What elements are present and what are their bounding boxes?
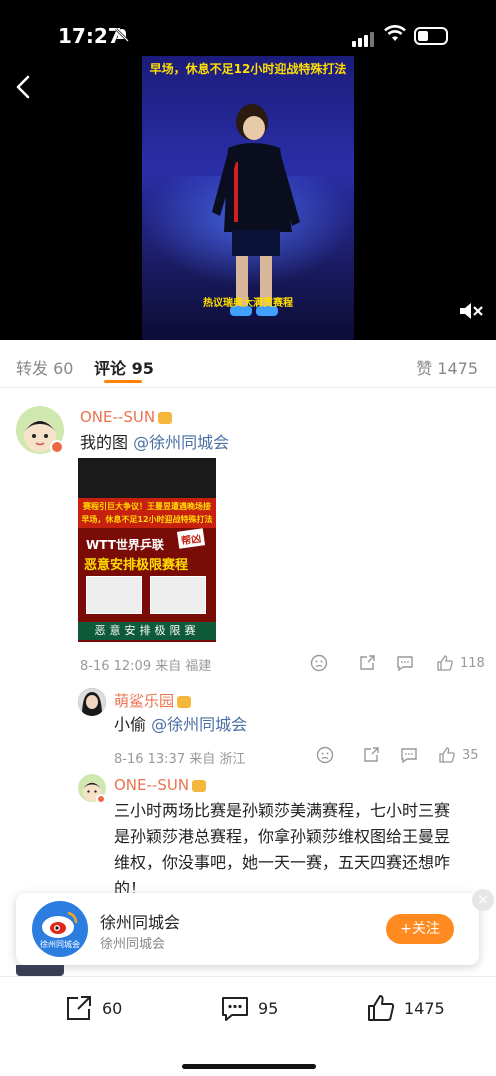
share-icon[interactable] <box>362 746 380 764</box>
avatar[interactable] <box>78 688 106 716</box>
mute-bell-icon <box>115 28 129 42</box>
tab-repost[interactable]: 转发 60 <box>16 355 73 379</box>
status-time: 17:27 <box>58 24 122 48</box>
close-card-button[interactable]: × <box>472 889 494 911</box>
crown-icon <box>192 779 207 792</box>
mention-link[interactable]: @徐州同城会 <box>151 715 247 734</box>
comment-source: 来自 浙江 <box>189 752 246 767</box>
username-text: ONE--SUN <box>80 408 156 426</box>
image-header <box>78 458 216 498</box>
comment-actions: 118 <box>310 654 485 672</box>
image-schedule-left <box>86 576 142 614</box>
follow-button[interactable]: +关注 <box>386 914 454 944</box>
like-count: 1475 <box>404 998 445 1018</box>
like-action[interactable]: 1475 <box>366 993 445 1023</box>
image-caption-banner: 赛程引巨大争议！王曼昱遭遇晚场接 早场，休息不足12小时迎战特殊打法 <box>78 498 216 528</box>
comment-count: 95 <box>258 998 279 1018</box>
comment-text: 我的图 @徐州同城会 <box>80 430 229 456</box>
next-comment-avatar <box>16 965 64 976</box>
crown-icon <box>158 411 173 424</box>
mention-link[interactable]: @徐州同城会 <box>133 433 229 452</box>
logo-text: 徐州同城会 <box>40 940 80 949</box>
reply-username[interactable]: ONE--SUN <box>114 776 207 794</box>
crown-icon <box>177 695 192 708</box>
username-text: 萌鲨乐园 <box>114 692 175 710</box>
image-badge: 帮凶 <box>176 528 206 549</box>
comment-body: 我的图 <box>80 433 129 452</box>
dislike-face-icon[interactable] <box>310 654 328 672</box>
like-thumb-icon[interactable] <box>438 746 456 764</box>
reply-text: 小偷 @徐州同城会 <box>114 712 247 738</box>
comment-time: 8-16 12:09 <box>80 659 152 674</box>
reply-username[interactable]: 萌鲨乐园 <box>114 690 192 711</box>
comment-line: 三小时两场比赛是孙颖莎美满赛程，七小时三赛 <box>114 801 451 820</box>
like-thumb-icon <box>368 995 395 1021</box>
comment-meta: 8-16 12:09 来自 福建 <box>80 655 211 674</box>
image-schedule-right <box>150 576 206 614</box>
home-indicator <box>182 1064 316 1069</box>
battery-icon <box>414 27 448 45</box>
share-icon[interactable] <box>358 654 376 672</box>
wifi-icon <box>384 25 406 41</box>
vip-badge-icon <box>96 794 106 804</box>
dislike-face-icon[interactable] <box>316 746 334 764</box>
follow-card-subtitle: 徐州同城会 <box>100 937 166 952</box>
image-caption-2: 早场，休息不足12小时迎战特殊打法 <box>81 515 213 524</box>
like-count: 118 <box>460 655 485 671</box>
video-player[interactable]: 17:27 早场，休息不足12小时迎战特殊打法 热议瑞典大满贯赛程 <box>0 0 496 340</box>
video-caption-bottom: 热议瑞典大满贯赛程 <box>203 298 293 309</box>
weibo-detail-page: 17:27 早场，休息不足12小时迎战特殊打法 热议瑞典大满贯赛程 转发 60 … <box>0 0 496 1076</box>
speaker-muted-icon[interactable] <box>458 300 484 322</box>
username-text: ONE--SUN <box>114 776 190 794</box>
cellular-signal-icon <box>352 28 376 47</box>
like-count: 35 <box>462 747 479 763</box>
bottom-action-bar: 60 95 1475 <box>0 976 496 1076</box>
comment-source: 来自 福建 <box>155 659 212 674</box>
follow-card-title: 徐州同城会 <box>100 913 181 932</box>
reply-icon[interactable] <box>396 654 414 672</box>
image-title-2: 恶意安排极限赛程 <box>84 558 189 573</box>
repost-action[interactable]: 60 <box>64 993 122 1023</box>
like-thumb-icon[interactable] <box>436 654 454 672</box>
comment-body: 小偷 <box>114 715 147 734</box>
repost-icon <box>67 996 91 1020</box>
comment-image[interactable]: 赛程引巨大争议！王曼昱遭遇晚场接 早场，休息不足12小时迎战特殊打法 WTT世界… <box>78 458 216 642</box>
avatar-photo <box>78 688 106 716</box>
tab-like[interactable]: 赞 1475 <box>416 355 478 379</box>
vip-badge-icon <box>50 440 64 454</box>
comment-username[interactable]: ONE--SUN <box>80 408 173 426</box>
video-caption-top: 早场，休息不足12小时迎战特殊打法 <box>149 62 347 76</box>
image-body: WTT世界乒联 帮凶 恶意安排极限赛程 恶意安排极限赛 <box>78 528 216 642</box>
active-tab-indicator <box>104 380 142 383</box>
reply-actions: 35 <box>316 746 479 764</box>
video-frame[interactable]: 早场，休息不足12小时迎战特殊打法 热议瑞典大满贯赛程 <box>142 56 354 340</box>
reply-text: 三小时两场比赛是孙颖莎美满赛程，七小时三赛 是孙颖莎港总赛程，你拿孙颖莎维权图给… <box>114 798 474 902</box>
comment-line: 是孙颖莎港总赛程，你拿孙颖莎维权图给王曼昱 <box>114 827 451 846</box>
follow-card[interactable]: 徐州同城会 徐州同城会 徐州同城会 +关注 × <box>16 889 494 965</box>
image-title-1: WTT世界乒联 <box>86 538 164 552</box>
repost-count: 60 <box>102 998 123 1018</box>
tab-comment[interactable]: 评论 95 <box>94 355 154 379</box>
image-caption-1: 赛程引巨大争议！王曼昱遭遇晚场接 <box>83 502 211 511</box>
comment-time: 8-16 13:37 <box>114 752 186 767</box>
detail-tabs: 转发 60 评论 95 赞 1475 <box>0 340 496 388</box>
reply-meta: 8-16 13:37 来自 浙江 <box>114 748 245 767</box>
account-logo: 徐州同城会 <box>32 901 88 957</box>
back-arrow-icon[interactable] <box>10 72 40 102</box>
reply-icon[interactable] <box>400 746 418 764</box>
comment-line: 维权，你没事吧，她一天一赛，五天四赛还想咋 <box>114 853 451 872</box>
comment-action[interactable]: 95 <box>220 993 278 1023</box>
comment-icon <box>222 997 248 1021</box>
image-footer: 恶意安排极限赛 <box>78 622 216 640</box>
